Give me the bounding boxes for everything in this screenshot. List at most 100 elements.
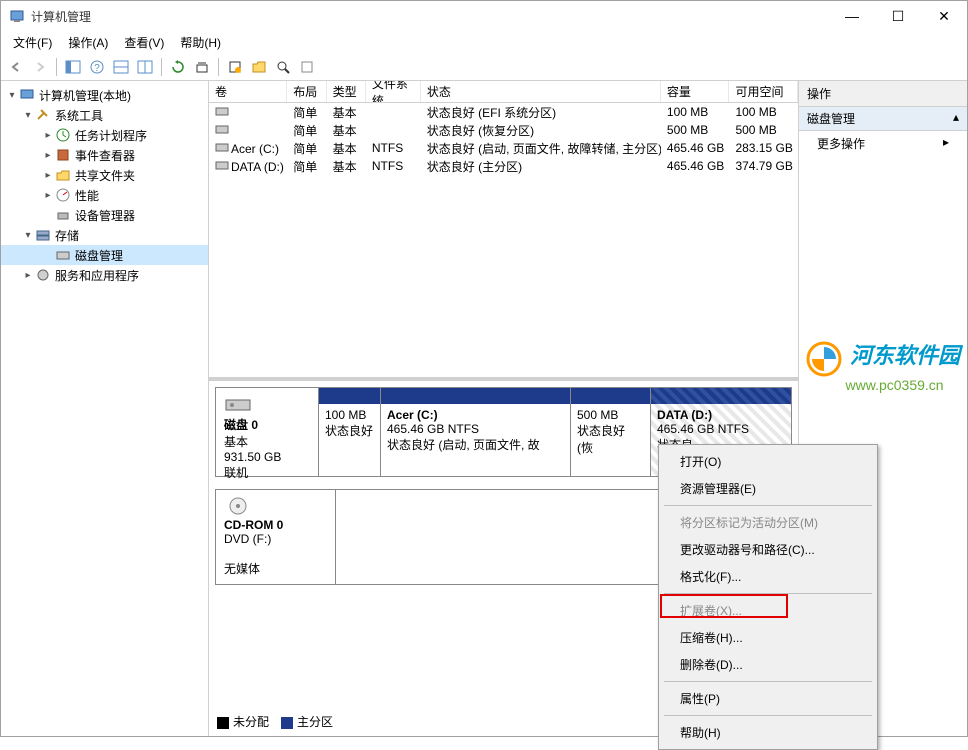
menu-view[interactable]: 查看(V)	[116, 32, 172, 53]
cdrom-name: CD-ROM 0	[224, 518, 327, 532]
perf-icon	[55, 187, 71, 203]
partition[interactable]: 500 MB状态良好 (恢	[571, 388, 651, 476]
menubar: 文件(F) 操作(A) 查看(V) 帮助(H)	[1, 31, 967, 53]
close-button[interactable]: ✕	[921, 1, 967, 31]
partition-status: 状态良好	[325, 422, 374, 439]
partition-header-bar	[651, 388, 791, 404]
tree-performance[interactable]: ▸ 性能	[1, 185, 208, 205]
tree-label: 任务计划程序	[75, 127, 147, 144]
cell-fs: NTFS	[366, 159, 421, 173]
refresh-button[interactable]	[167, 56, 189, 78]
ctx-shrink[interactable]: 压缩卷(H)...	[662, 624, 874, 651]
ctx-open[interactable]: 打开(O)	[662, 448, 874, 475]
col-fs[interactable]: 文件系统	[366, 81, 421, 102]
volume-row[interactable]: DATA (D:)简单基本NTFS状态良好 (主分区)465.46 GB374.…	[209, 157, 798, 175]
cell-type: 基本	[327, 158, 366, 175]
menu-file[interactable]: 文件(F)	[5, 32, 60, 53]
expand-icon[interactable]: ▸	[21, 270, 35, 281]
volume-row[interactable]: Acer (C:)简单基本NTFS状态良好 (启动, 页面文件, 故障转储, 主…	[209, 139, 798, 157]
cdrom-icon	[224, 496, 252, 516]
settings-button[interactable]	[296, 56, 318, 78]
find-button[interactable]	[272, 56, 294, 78]
ctx-explorer[interactable]: 资源管理器(E)	[662, 475, 874, 502]
show-hide-tree-button[interactable]	[62, 56, 84, 78]
cdrom-info-box[interactable]: CD-ROM 0 DVD (F:) 无媒体	[216, 490, 336, 584]
menu-help[interactable]: 帮助(H)	[172, 32, 229, 53]
minimize-button[interactable]: —	[829, 1, 875, 31]
help-button[interactable]: ?	[86, 56, 108, 78]
col-layout[interactable]: 布局	[287, 81, 326, 102]
tree-disk-management[interactable]: 磁盘管理	[1, 245, 208, 265]
partition[interactable]: Acer (C:)465.46 GB NTFS状态良好 (启动, 页面文件, 故	[381, 388, 571, 476]
tree-systools[interactable]: ▾ 系统工具	[1, 105, 208, 125]
col-volume[interactable]: 卷	[209, 81, 287, 102]
ctx-separator	[664, 505, 872, 506]
tree-shared-folders[interactable]: ▸ 共享文件夹	[1, 165, 208, 185]
partition-title: DATA (D:)	[657, 408, 785, 422]
section-label: 磁盘管理	[807, 110, 855, 127]
cell-status: 状态良好 (EFI 系统分区)	[421, 104, 661, 121]
tree-task-scheduler[interactable]: ▸ 任务计划程序	[1, 125, 208, 145]
maximize-button[interactable]: ☐	[875, 1, 921, 31]
collapse-icon[interactable]: ▾	[21, 230, 35, 241]
cell-capacity: 465.46 GB	[661, 159, 730, 173]
actions-section[interactable]: 磁盘管理 ▴	[799, 107, 967, 131]
tree-event-viewer[interactable]: ▸ 事件查看器	[1, 145, 208, 165]
expand-icon[interactable]: ▸	[41, 150, 55, 161]
shared-icon	[55, 167, 71, 183]
legend-primary: 主分区	[281, 713, 333, 730]
tree-label: 性能	[75, 187, 99, 204]
partition[interactable]: 100 MB状态良好	[319, 388, 381, 476]
tree-services[interactable]: ▸ 服务和应用程序	[1, 265, 208, 285]
col-status[interactable]: 状态	[421, 81, 661, 102]
back-button[interactable]	[5, 56, 27, 78]
tree-label: 设备管理器	[75, 207, 135, 224]
partition-size: 465.46 GB NTFS	[387, 422, 564, 436]
cell-layout: 简单	[287, 104, 326, 121]
cell-free: 283.15 GB	[729, 141, 798, 155]
col-free[interactable]: 可用空间	[729, 81, 798, 102]
more-actions-link[interactable]: 更多操作 ▸	[799, 131, 967, 156]
forward-button[interactable]	[29, 56, 51, 78]
ctx-change-letter[interactable]: 更改驱动器号和路径(C)...	[662, 536, 874, 563]
col-type[interactable]: 类型	[327, 81, 366, 102]
cell-layout: 简单	[287, 140, 326, 157]
partition-status: 状态良好 (启动, 页面文件, 故	[387, 436, 564, 453]
expand-icon[interactable]: ▸	[41, 170, 55, 181]
view2-button[interactable]	[134, 56, 156, 78]
volume-list-header: 卷 布局 类型 文件系统 状态 容量 可用空间	[209, 81, 798, 103]
tree-device-manager[interactable]: 设备管理器	[1, 205, 208, 225]
col-capacity[interactable]: 容量	[661, 81, 730, 102]
folder-button[interactable]	[248, 56, 270, 78]
ctx-extend: 扩展卷(X)...	[662, 597, 874, 624]
partition-header-bar	[571, 388, 650, 404]
legend: 未分配 主分区	[217, 713, 333, 730]
menu-action[interactable]: 操作(A)	[60, 32, 116, 53]
storage-icon	[35, 227, 51, 243]
volume-row[interactable]: 简单基本状态良好 (恢复分区)500 MB500 MB	[209, 121, 798, 139]
tree-storage[interactable]: ▾ 存储	[1, 225, 208, 245]
disk-size: 931.50 GB	[224, 450, 310, 464]
ctx-mark-active: 将分区标记为活动分区(M)	[662, 509, 874, 536]
toolbar-separator	[161, 58, 162, 76]
collapse-icon[interactable]: ▾	[5, 90, 19, 101]
view1-button[interactable]	[110, 56, 132, 78]
ctx-help[interactable]: 帮助(H)	[662, 719, 874, 746]
props-button[interactable]	[224, 56, 246, 78]
expand-icon[interactable]: ▸	[41, 130, 55, 141]
partition-header-bar	[381, 388, 570, 404]
cell-free: 500 MB	[729, 123, 798, 137]
ctx-delete[interactable]: 删除卷(D)...	[662, 651, 874, 678]
svg-text:?: ?	[94, 63, 100, 74]
volume-row[interactable]: 简单基本状态良好 (EFI 系统分区)100 MB100 MB	[209, 103, 798, 121]
rescan-button[interactable]	[191, 56, 213, 78]
disk-info-box[interactable]: 磁盘 0 基本 931.50 GB 联机	[216, 388, 319, 476]
ctx-properties[interactable]: 属性(P)	[662, 685, 874, 712]
expand-icon[interactable]: ▸	[41, 190, 55, 201]
disk-type: 基本	[224, 433, 310, 450]
chevron-up-icon: ▴	[953, 110, 959, 127]
tree-root[interactable]: ▾ 计算机管理(本地)	[1, 85, 208, 105]
collapse-icon[interactable]: ▾	[21, 110, 35, 121]
ctx-format[interactable]: 格式化(F)...	[662, 563, 874, 590]
cell-capacity: 500 MB	[661, 123, 730, 137]
